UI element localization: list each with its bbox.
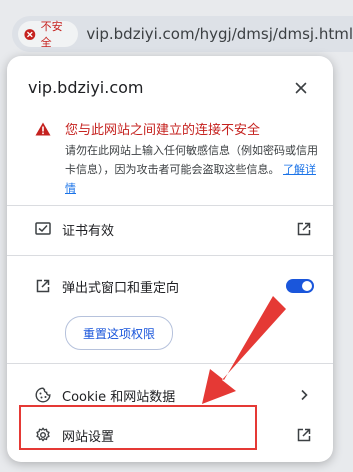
popup-redirect-icon xyxy=(34,277,52,295)
warning-circle-icon xyxy=(24,28,36,40)
popups-row[interactable]: 弹出式窗口和重定向 xyxy=(7,267,333,305)
toggle-knob xyxy=(302,281,312,291)
popups-label: 弹出式窗口和重定向 xyxy=(62,280,180,296)
warning-body-text: 请勿在此网站上输入任何敏感信息（例如密码或信用卡信息），因为攻击者可能会盗取这些… xyxy=(65,144,318,176)
reset-permission-button[interactable]: 重置这项权限 xyxy=(65,316,173,350)
site-security-chip[interactable]: 不安全 xyxy=(18,20,79,49)
security-label: 不安全 xyxy=(40,20,63,49)
certificate-icon xyxy=(34,220,52,238)
url-text[interactable]: vip.bdziyi.com/hygj/dmsj/dmsj.html xyxy=(86,25,353,43)
annotation-highlight-box xyxy=(19,405,257,450)
warning-body: 请勿在此网站上输入任何敏感信息（例如密码或信用卡信息），因为攻击者可能会盗取这些… xyxy=(65,141,320,198)
divider xyxy=(7,363,333,364)
chevron-right-icon xyxy=(295,386,313,404)
site-info-popup: vip.bdziyi.com 您与此网站之间建立的连接不安全 请勿在此网站上输入… xyxy=(7,56,333,462)
certificate-label: 证书有效 xyxy=(62,223,115,239)
divider xyxy=(7,255,333,256)
cookie-icon xyxy=(34,386,52,404)
close-button[interactable] xyxy=(289,76,313,100)
open-external-icon[interactable] xyxy=(295,426,313,444)
warning-triangle-icon xyxy=(35,122,51,136)
certificate-row[interactable]: 证书有效 xyxy=(7,210,333,248)
divider xyxy=(7,205,333,206)
cookie-label: Cookie 和网站数据 xyxy=(62,389,176,405)
popup-site-title: vip.bdziyi.com xyxy=(28,78,144,97)
open-external-icon[interactable] xyxy=(295,220,313,238)
popups-toggle[interactable] xyxy=(286,279,314,293)
close-icon xyxy=(295,82,307,94)
warning-title: 您与此网站之间建立的连接不安全 xyxy=(65,123,261,138)
address-bar[interactable]: 不安全 vip.bdziyi.com/hygj/dmsj/dmsj.html xyxy=(12,16,353,52)
